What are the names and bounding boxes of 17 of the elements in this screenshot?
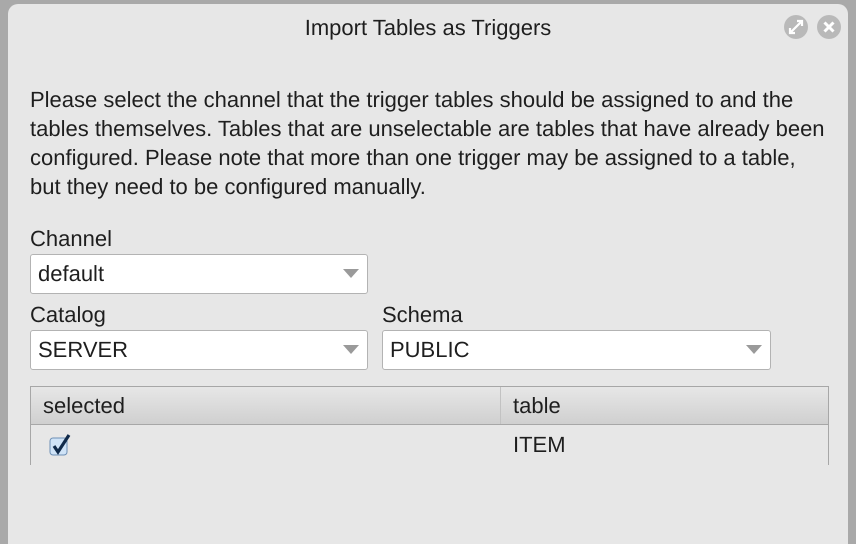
checkbox[interactable] (49, 433, 71, 457)
instructions-text: Please select the channel that the trigger tables should be assigned to and the tables themselves. Tables that are unselectable are tables that have already been configured. Please note that more than one trigger may be assigned to a table, but they need to be configured manually. (30, 86, 826, 201)
caret-icon (343, 269, 359, 279)
close-icon[interactable] (816, 14, 842, 40)
catalog-label: Catalog (30, 302, 107, 326)
channel-label: Channel (30, 226, 113, 250)
resize-icon[interactable] (783, 14, 809, 40)
schema-dropdown[interactable]: PUBLIC (382, 330, 771, 370)
table-cell-text: ITEM (512, 431, 567, 459)
channel-dropdown[interactable]: default (30, 254, 368, 294)
caret-icon (746, 345, 762, 355)
window-title: Import Tables as Triggers (304, 15, 552, 41)
column-header[interactable]: table (501, 387, 828, 424)
column-header[interactable]: selected (31, 387, 501, 424)
caret-icon (343, 345, 359, 355)
catalog-dropdown[interactable]: SERVER (30, 330, 368, 370)
schema-label: Schema (382, 302, 464, 326)
